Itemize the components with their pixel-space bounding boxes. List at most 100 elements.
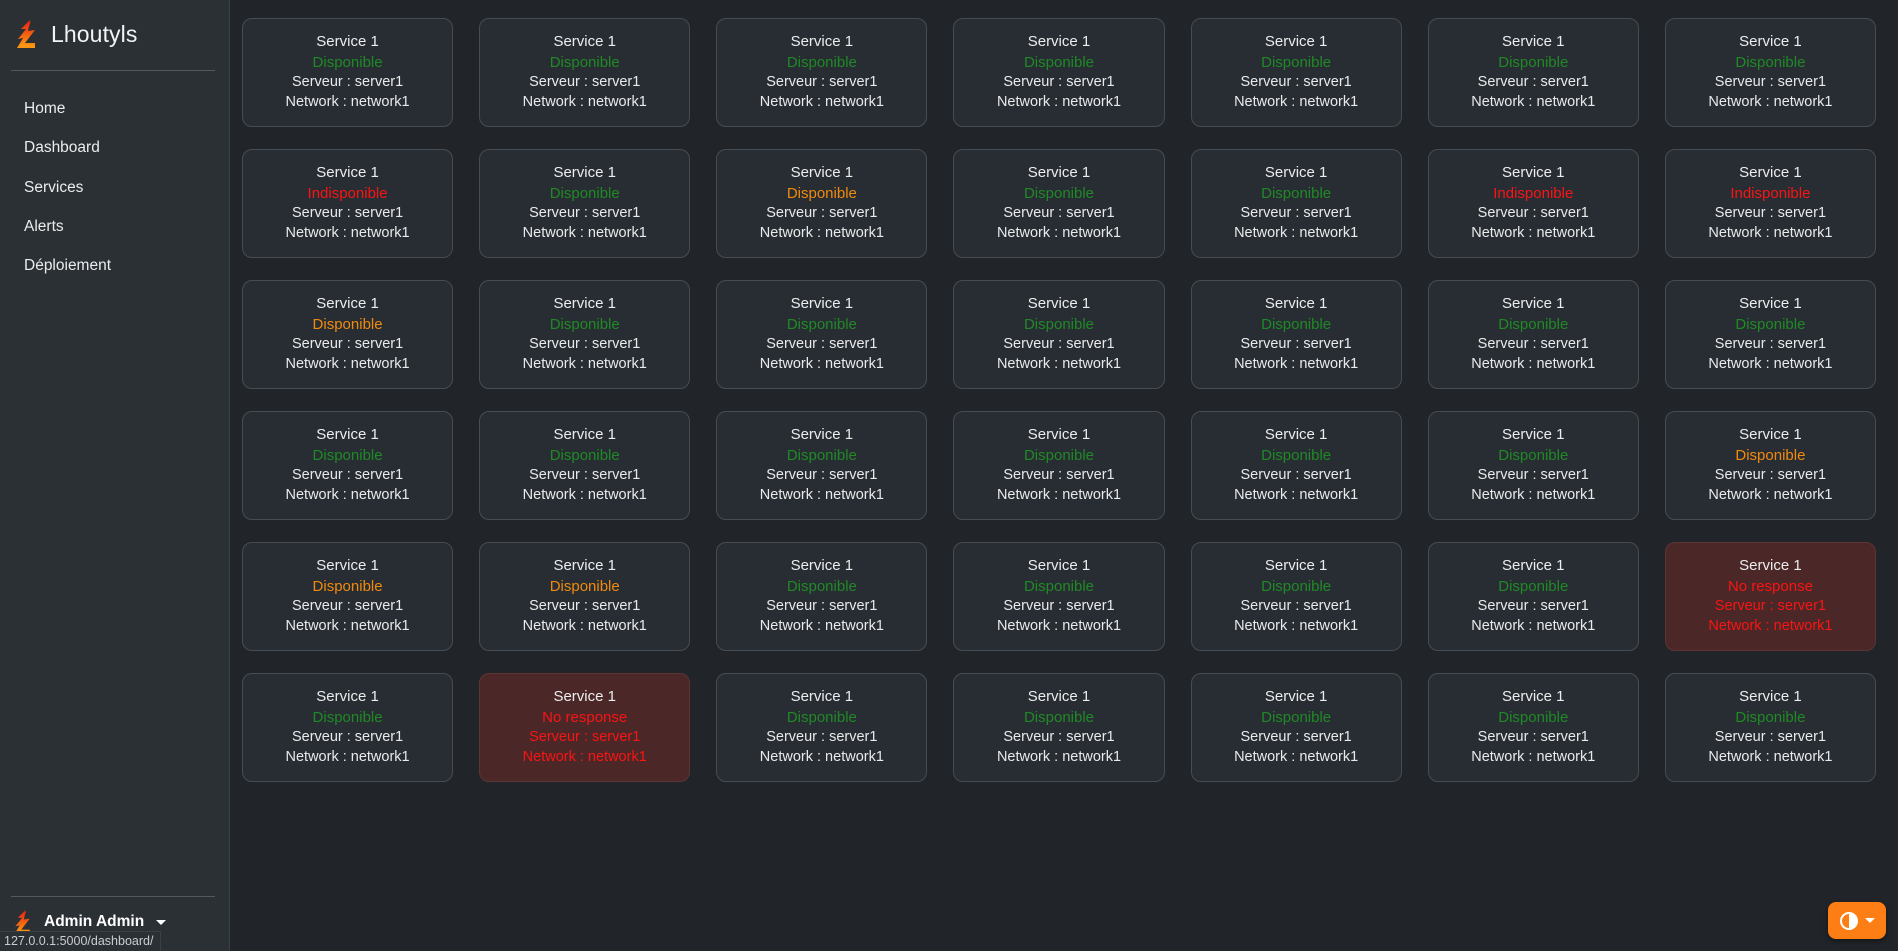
service-card[interactable]: Service 1 No response Serveur : server1 Net… xyxy=(1664,542,1876,651)
service-card-server: Serveur : server1 xyxy=(1003,73,1115,90)
service-card-status: Disponible xyxy=(1261,577,1332,595)
service-card-network: Network : network1 xyxy=(1234,224,1359,241)
service-card-server: Serveur : server1 xyxy=(1477,728,1589,745)
service-card-title: Service 1 xyxy=(1739,295,1802,313)
service-card-network: Network : network1 xyxy=(285,617,410,634)
sidebar-item-dashboard[interactable]: Dashboard xyxy=(0,128,229,167)
service-card[interactable]: Service 1 Disponible Serveur : server1 Netw… xyxy=(716,18,928,127)
service-card-server: Serveur : server1 xyxy=(766,204,878,221)
service-card-network: Network : network1 xyxy=(1708,355,1833,372)
service-card-network: Network : network1 xyxy=(1234,486,1359,503)
service-card-title: Service 1 xyxy=(790,557,854,575)
service-card-server: Serveur : server1 xyxy=(529,73,641,90)
service-card-title: Service 1 xyxy=(1739,164,1802,182)
service-card[interactable]: Service 1 Disponible Serveur : server1 Netw… xyxy=(1664,18,1876,127)
service-card-title: Service 1 xyxy=(790,426,854,444)
service-card[interactable]: Service 1 Disponible Serveur : server1 Netw… xyxy=(716,280,928,389)
service-card-network: Network : network1 xyxy=(1471,748,1596,765)
service-card-title: Service 1 xyxy=(790,688,854,706)
service-card-status: Disponible xyxy=(786,315,857,333)
service-card[interactable]: Service 1 Disponible Serveur : server1 Netw… xyxy=(953,18,1165,127)
service-card[interactable]: Service 1 Indisponible Serveur : server1 Ne… xyxy=(1427,149,1639,258)
service-card-title: Service 1 xyxy=(1264,688,1328,706)
service-card-server: Serveur : server1 xyxy=(1240,466,1352,483)
sidebar-item-services[interactable]: Services xyxy=(0,168,229,207)
service-card-status: Disponible xyxy=(1735,315,1806,333)
service-card[interactable]: Service 1 Disponible Serveur : server1 Netw… xyxy=(1190,411,1402,520)
service-card-title: Service 1 xyxy=(553,688,616,706)
chevron-down-icon xyxy=(1864,918,1875,923)
service-card[interactable]: Service 1 Disponible Serveur : server1 Netw… xyxy=(953,542,1165,651)
service-card[interactable]: Service 1 Disponible Serveur : server1 Netw… xyxy=(242,673,454,782)
service-card[interactable]: Service 1 Disponible Serveur : server1 Netw… xyxy=(479,411,691,520)
service-card[interactable]: Service 1 Disponible Serveur : server1 Netw… xyxy=(1664,280,1876,389)
service-card[interactable]: Service 1 Disponible Serveur : server1 Netw… xyxy=(953,149,1165,258)
service-card-server: Serveur : server1 xyxy=(529,466,641,483)
service-card-network: Network : network1 xyxy=(1471,486,1596,503)
service-card[interactable]: Service 1 Disponible Serveur : server1 Netw… xyxy=(1427,280,1639,389)
service-card[interactable]: Service 1 Disponible Serveur : server1 Netw… xyxy=(479,149,691,258)
service-card-network: Network : network1 xyxy=(285,748,410,765)
service-card[interactable]: Service 1 Disponible Serveur : server1 Netw… xyxy=(1427,411,1639,520)
service-card[interactable]: Service 1 Disponible Serveur : server1 Netw… xyxy=(716,542,928,651)
service-card-network: Network : network1 xyxy=(1471,93,1596,110)
service-card[interactable]: Service 1 Disponible Serveur : server1 Netw… xyxy=(1190,18,1402,127)
service-card-server: Serveur : server1 xyxy=(529,728,641,745)
service-card-status: Indisponible xyxy=(1730,184,1811,202)
service-card[interactable]: Service 1 Disponible Serveur : server1 Netw… xyxy=(716,411,928,520)
service-card[interactable]: Service 1 Disponible Serveur : server1 Netw… xyxy=(1190,149,1402,258)
sidebar-item-alerts[interactable]: Alerts xyxy=(0,207,229,246)
service-card-network: Network : network1 xyxy=(759,486,884,503)
service-card-network: Network : network1 xyxy=(996,224,1122,241)
service-card-network: Network : network1 xyxy=(285,355,410,372)
service-card-network: Network : network1 xyxy=(759,355,884,372)
service-card[interactable]: Service 1 Disponible Serveur : server1 Netw… xyxy=(1664,673,1876,782)
service-card[interactable]: Service 1 Indisponible Serveur : server1 Ne… xyxy=(242,149,454,258)
lightning-l-logo-icon xyxy=(14,19,40,49)
service-card[interactable]: Service 1 Disponible Serveur : server1 Netw… xyxy=(242,542,454,651)
service-card[interactable]: Service 1 Disponible Serveur : server1 Netw… xyxy=(1190,280,1402,389)
service-card-title: Service 1 xyxy=(1027,426,1091,444)
service-card[interactable]: Service 1 Disponible Serveur : server1 Netw… xyxy=(479,18,691,127)
service-card[interactable]: Service 1 Disponible Serveur : server1 Netw… xyxy=(953,280,1165,389)
service-card-server: Serveur : server1 xyxy=(766,335,878,352)
service-card-server: Serveur : server1 xyxy=(291,204,404,221)
service-card[interactable]: Service 1 Indisponible Serveur : server1 Ne… xyxy=(1664,149,1876,258)
service-card[interactable]: Service 1 Disponible Serveur : server1 Netw… xyxy=(479,542,691,651)
service-card[interactable]: Service 1 Disponible Serveur : server1 Netw… xyxy=(1664,411,1876,520)
service-card[interactable]: Service 1 Disponible Serveur : server1 Netw… xyxy=(1427,18,1639,127)
service-card-status: Disponible xyxy=(1261,446,1332,464)
service-card-server: Serveur : server1 xyxy=(1003,597,1115,614)
service-card-status: Disponible xyxy=(1498,708,1569,726)
service-card[interactable]: Service 1 Disponible Serveur : server1 Netw… xyxy=(716,673,928,782)
service-card-network: Network : network1 xyxy=(1708,617,1833,634)
service-card[interactable]: Service 1 Disponible Serveur : server1 Netw… xyxy=(1190,542,1402,651)
sidebar-item-deploiement[interactable]: Déploiement xyxy=(0,246,229,285)
service-card-status: Indisponible xyxy=(1493,184,1574,202)
service-card-status: Disponible xyxy=(786,577,857,595)
service-card-status: Disponible xyxy=(1735,708,1806,726)
service-card-title: Service 1 xyxy=(1027,164,1091,182)
service-card[interactable]: Service 1 No response Serveur : server1 Net… xyxy=(479,673,691,782)
service-card-network: Network : network1 xyxy=(285,486,410,503)
service-card[interactable]: Service 1 Disponible Serveur : server1 Netw… xyxy=(716,149,928,258)
brand[interactable]: Lhoutyls xyxy=(0,0,229,52)
service-card[interactable]: Service 1 Disponible Serveur : server1 Netw… xyxy=(1190,673,1402,782)
service-card[interactable]: Service 1 Disponible Serveur : server1 Netw… xyxy=(479,280,691,389)
service-card-network: Network : network1 xyxy=(522,486,647,503)
service-card[interactable]: Service 1 Disponible Serveur : server1 Netw… xyxy=(953,411,1165,520)
service-card[interactable]: Service 1 Disponible Serveur : server1 Netw… xyxy=(242,280,454,389)
theme-toggle-button[interactable] xyxy=(1828,902,1886,939)
service-card[interactable]: Service 1 Disponible Serveur : server1 Netw… xyxy=(242,18,454,127)
service-card[interactable]: Service 1 Disponible Serveur : server1 Netw… xyxy=(242,411,454,520)
service-card-title: Service 1 xyxy=(316,33,379,51)
sidebar: Lhoutyls Home Dashboard Services Alerts … xyxy=(0,0,230,951)
service-card-status: No response xyxy=(542,708,628,726)
service-card[interactable]: Service 1 Disponible Serveur : server1 Netw… xyxy=(1427,542,1639,651)
service-card-server: Serveur : server1 xyxy=(1477,597,1589,614)
service-card[interactable]: Service 1 Disponible Serveur : server1 Netw… xyxy=(1427,673,1639,782)
service-card-status: Disponible xyxy=(1261,708,1332,726)
service-card-server: Serveur : server1 xyxy=(1477,335,1589,352)
service-card[interactable]: Service 1 Disponible Serveur : server1 Netw… xyxy=(953,673,1165,782)
sidebar-item-home[interactable]: Home xyxy=(0,89,229,128)
